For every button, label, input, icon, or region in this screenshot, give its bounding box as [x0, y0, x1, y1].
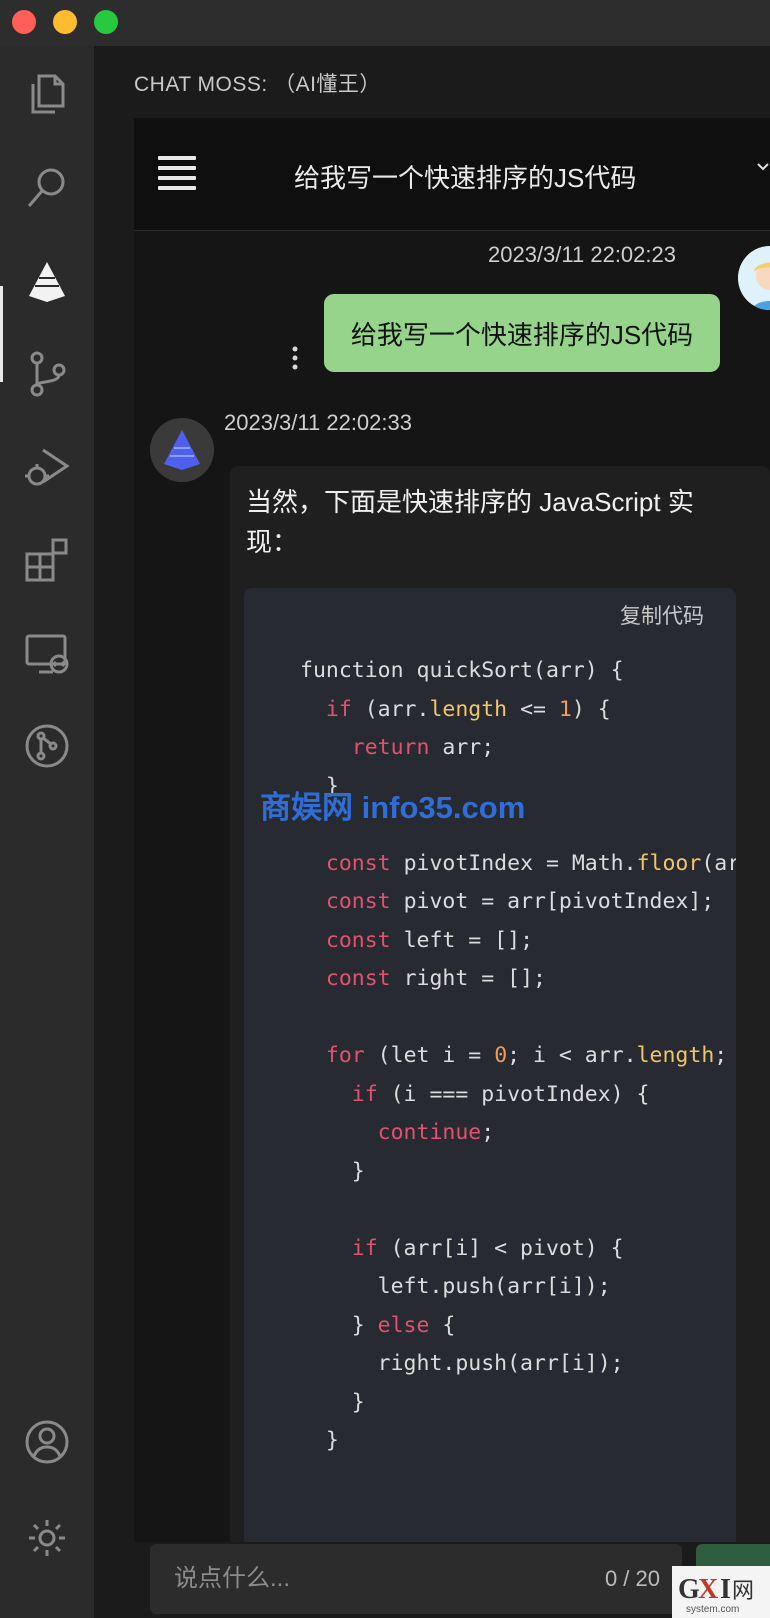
user-message-timestamp: 2023/3/11 22:02:23	[488, 242, 676, 267]
character-counter: 0 / 20	[604, 1566, 660, 1591]
zoom-window-button[interactable]	[94, 10, 118, 34]
svg-text:I: I	[720, 1574, 731, 1605]
code-content: function quickSort(arr) { if (arr.length…	[300, 658, 736, 1453]
user-avatar	[738, 246, 770, 310]
bot-avatar	[150, 418, 214, 482]
svg-text:X: X	[698, 1574, 718, 1605]
minimize-window-button[interactable]	[53, 10, 77, 34]
chat-view: 给我写一个快速排序的JS代码 2023/3/11 22:02:23 给我写一个快…	[134, 118, 770, 1542]
remote-explorer-icon[interactable]	[17, 624, 77, 684]
menu-icon[interactable]	[158, 156, 196, 190]
panel-title: CHAT MOSS: （AI懂王）	[134, 73, 381, 96]
source-control-icon[interactable]	[17, 344, 77, 404]
svg-text:网: 网	[732, 1579, 754, 1604]
search-icon[interactable]	[17, 158, 77, 218]
git-graph-icon[interactable]	[17, 716, 77, 776]
run-debug-icon[interactable]	[17, 436, 77, 496]
message-input-box: 0 / 20	[150, 1544, 682, 1614]
site-logo-icon: G X I 网 system.com	[678, 1574, 754, 1615]
active-indicator	[0, 286, 3, 382]
bot-message-timestamp: 2023/3/11 22:02:33	[224, 410, 412, 435]
copy-code-button[interactable]: 复制代码	[620, 600, 704, 630]
extensions-icon[interactable]	[17, 530, 77, 590]
bot-message-text: 当然，下面是快速排序的 JavaScript 实现：	[246, 487, 694, 557]
svg-text:G: G	[678, 1574, 700, 1605]
chevron-down-icon[interactable]	[756, 160, 770, 174]
activity-bar	[0, 46, 94, 1618]
more-options-icon[interactable]	[288, 344, 302, 372]
chatmoss-icon[interactable]	[17, 252, 77, 312]
watermark: 商娱网 info35.com	[260, 790, 526, 825]
settings-gear-icon[interactable]	[17, 1504, 77, 1564]
conversation-title: 给我写一个快速排序的JS代码	[294, 163, 637, 193]
account-icon[interactable]	[17, 1412, 77, 1472]
close-window-button[interactable]	[12, 10, 36, 34]
corner-logo: G X I 网 system.com	[672, 1566, 770, 1618]
bot-message-card: 当然，下面是快速排序的 JavaScript 实现： 复制代码 function…	[230, 466, 770, 1542]
svg-text:system.com: system.com	[686, 1604, 739, 1615]
window-titlebar	[0, 0, 770, 46]
code-block: 复制代码 function quickSort(arr) { if (arr.l…	[244, 588, 736, 1542]
message-input[interactable]	[172, 1560, 536, 1598]
chat-header: 给我写一个快速排序的JS代码	[134, 118, 770, 231]
user-message-bubble: 给我写一个快速排序的JS代码	[324, 294, 720, 372]
files-icon[interactable]	[17, 64, 77, 124]
